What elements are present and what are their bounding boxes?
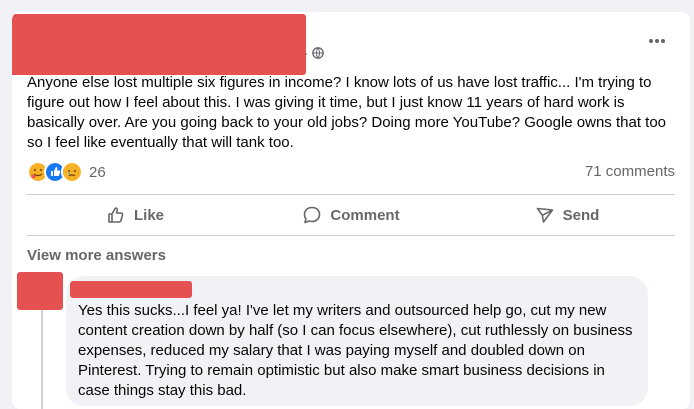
view-more-answers-link[interactable]: View more answers (27, 247, 166, 264)
thread-line (41, 310, 43, 409)
comment-text: Yes this sucks...I feel ya! I've let my … (78, 302, 633, 399)
like-label: Like (133, 206, 164, 224)
send-icon (536, 207, 553, 223)
separator-dot: · (304, 46, 309, 61)
comments-count-link[interactable]: 71 comments (585, 163, 675, 180)
redacted-commenter-name[interactable] (70, 281, 192, 298)
reactions-summary[interactable]: 26 (27, 161, 106, 183)
comment-button[interactable]: Comment (243, 195, 459, 235)
post-card: · Anyone else lost multiple six figures … (12, 12, 690, 409)
send-label: Send (562, 206, 600, 224)
post-body: Anyone else lost multiple six figures in… (27, 74, 667, 151)
sad-reaction-icon (61, 161, 83, 183)
comment-bubble-icon (304, 206, 321, 224)
thumbs-up-icon (108, 207, 124, 223)
globe-icon[interactable] (312, 47, 324, 59)
comment-label: Comment (330, 206, 400, 224)
divider (27, 235, 675, 236)
post-actions-bar: Like Comment Send (27, 195, 675, 235)
comment-bubble: Yes this sucks...I feel ya! I've let my … (66, 276, 648, 406)
redacted-avatar[interactable] (17, 272, 63, 310)
send-button[interactable]: Send (459, 195, 675, 235)
more-options-icon[interactable] (647, 36, 667, 46)
like-button[interactable]: Like (27, 195, 243, 235)
reaction-count: 26 (89, 163, 106, 181)
redacted-author (12, 14, 306, 75)
